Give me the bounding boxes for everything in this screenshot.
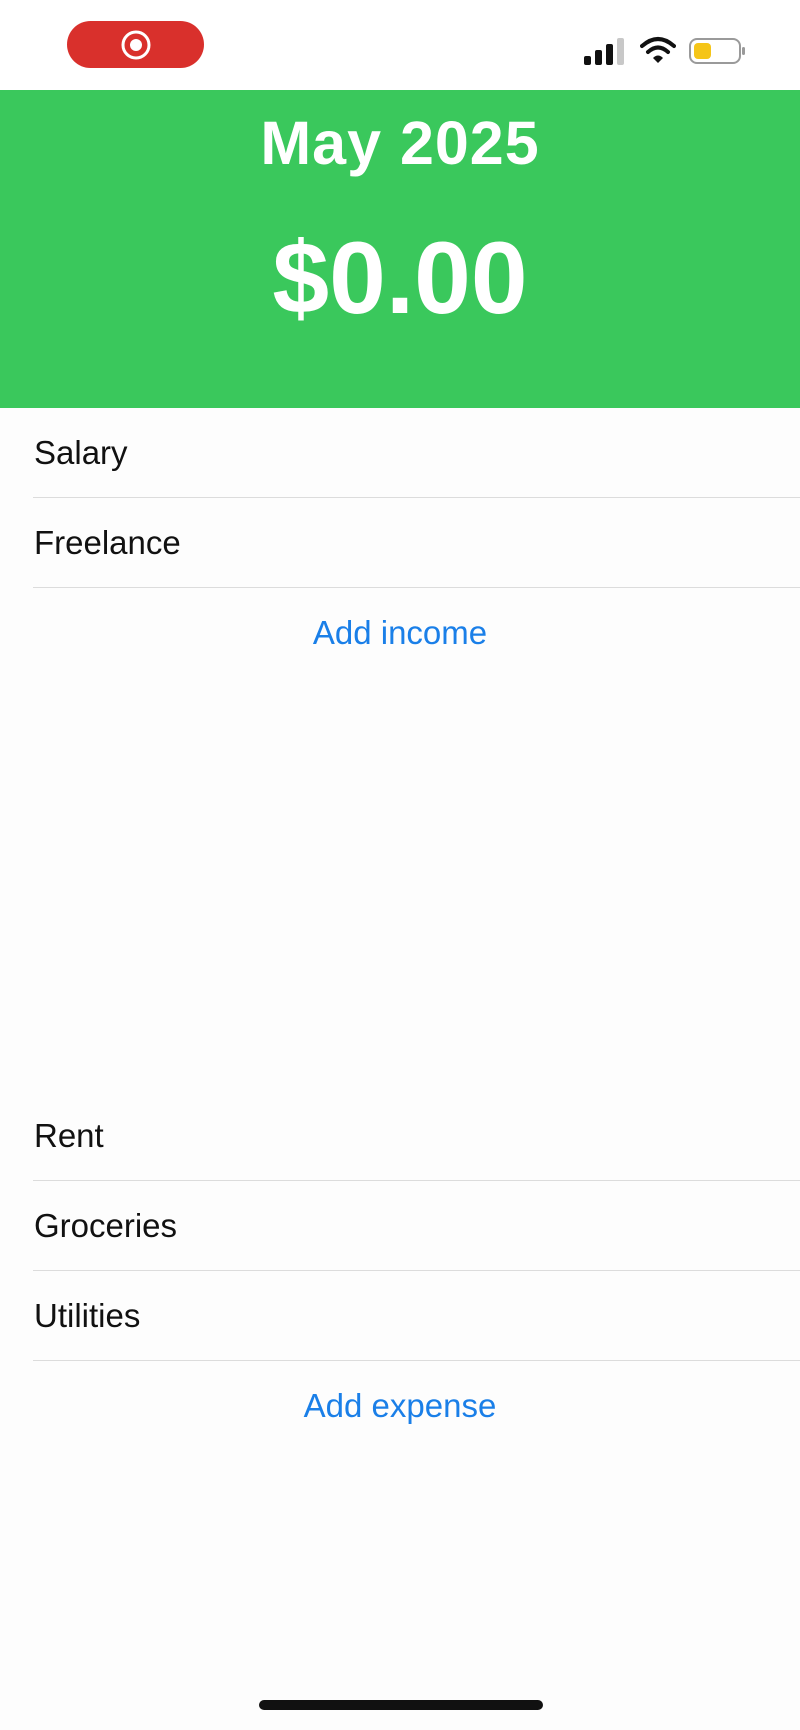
expense-item-rent[interactable]: Rent (0, 1091, 800, 1181)
expense-list: Rent Groceries Utilities Add expense (0, 1091, 800, 1451)
expense-item-utilities[interactable]: Utilities (0, 1271, 800, 1361)
cellular-signal-icon (584, 38, 624, 65)
list-item-label: Rent (34, 1117, 104, 1154)
month-summary-header: May 2025 $0.00 (0, 90, 800, 408)
list-item-label: Salary (34, 434, 128, 471)
status-bar (0, 0, 800, 90)
wifi-icon (640, 37, 676, 63)
list-item-label: Utilities (34, 1297, 141, 1334)
screen-record-icon (121, 30, 150, 59)
screen-record-indicator[interactable] (67, 21, 204, 68)
battery-icon (689, 38, 745, 64)
add-expense-button[interactable]: Add expense (0, 1361, 800, 1451)
income-item-freelance[interactable]: Freelance (0, 498, 800, 588)
list-item-label: Groceries (34, 1207, 178, 1244)
month-title[interactable]: May 2025 (0, 108, 800, 178)
expense-item-groceries[interactable]: Groceries (0, 1181, 800, 1271)
income-list: Salary Freelance Add income (0, 408, 800, 678)
balance-total: $0.00 (272, 221, 528, 335)
home-indicator[interactable] (259, 1700, 543, 1710)
list-item-label: Freelance (34, 524, 181, 561)
income-item-salary[interactable]: Salary (0, 408, 800, 498)
add-income-button[interactable]: Add income (0, 588, 800, 678)
